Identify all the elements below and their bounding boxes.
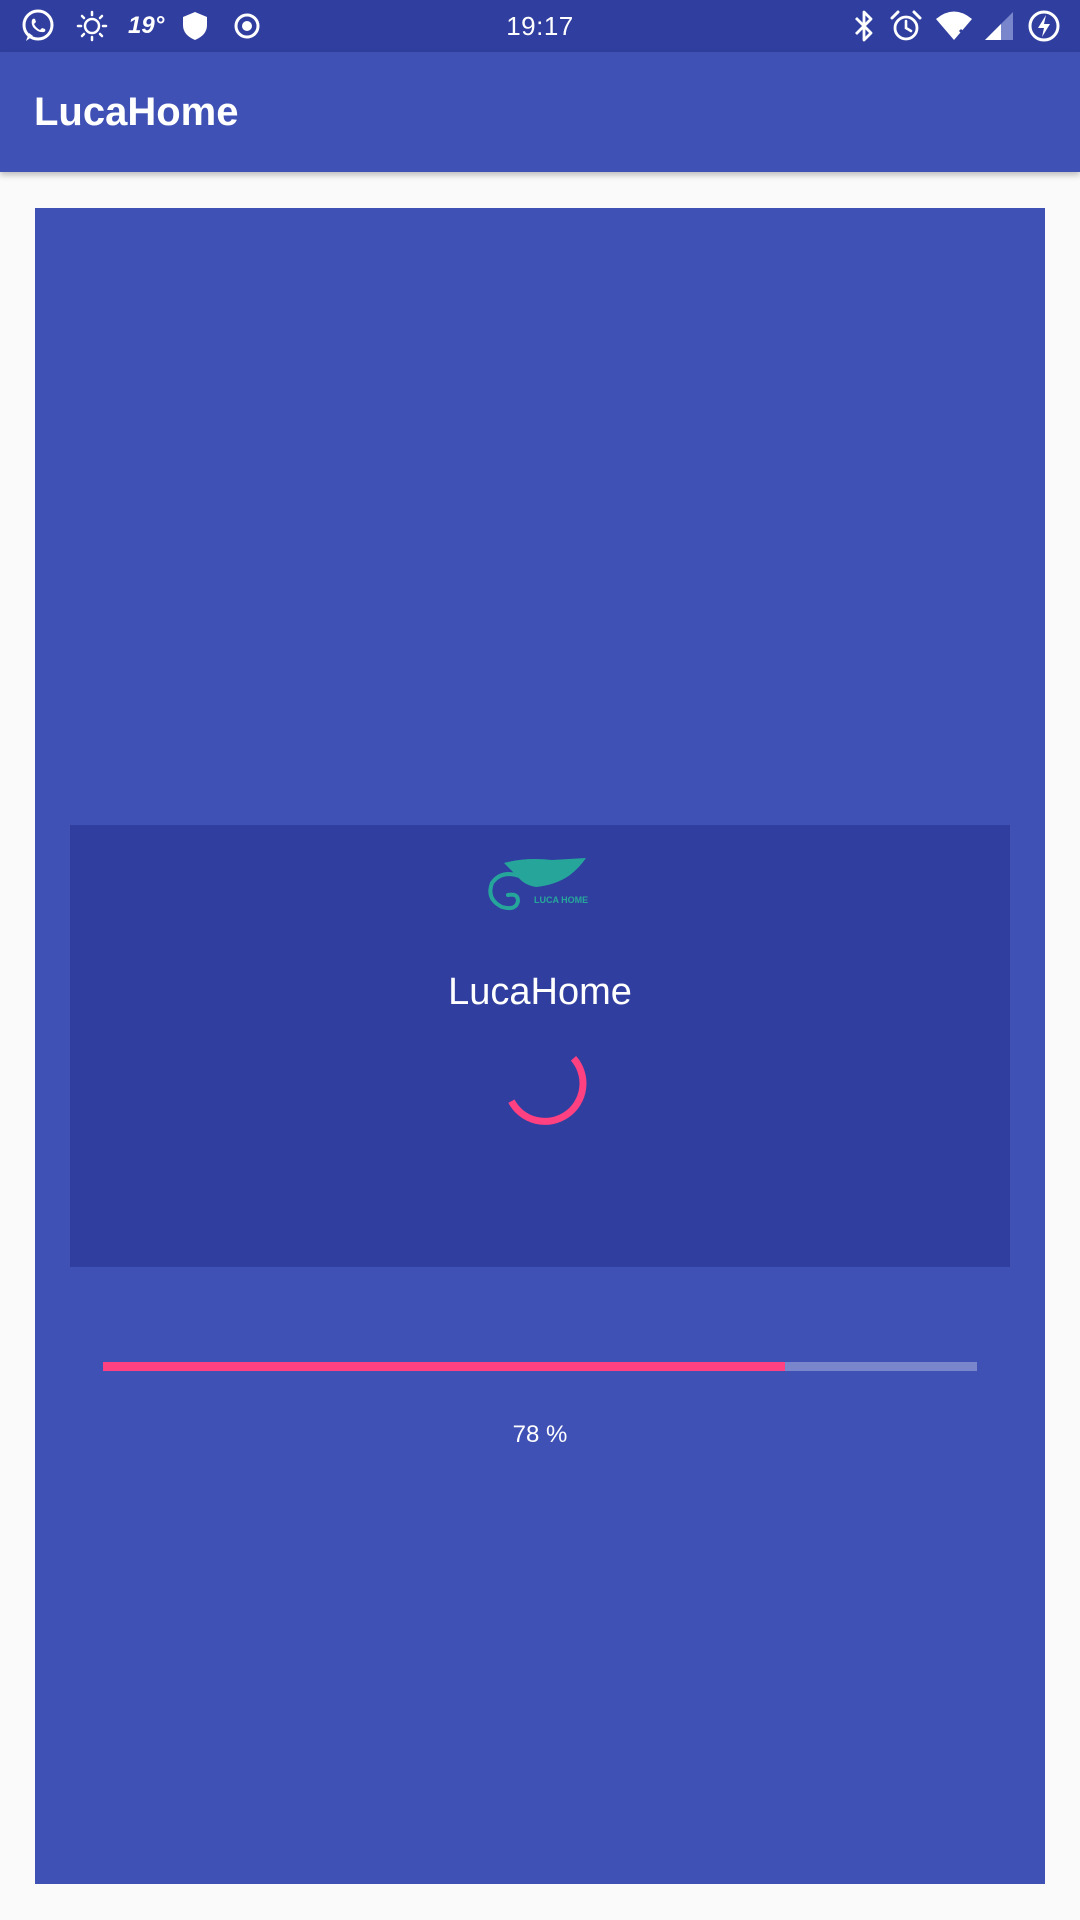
loading-spinner bbox=[500, 1038, 590, 1128]
bluetooth-icon bbox=[852, 8, 876, 44]
app-bar: LucaHome bbox=[0, 52, 1080, 172]
wifi-icon bbox=[934, 8, 974, 44]
battery-charging-icon bbox=[1026, 8, 1062, 44]
luca-home-logo: LUCA HOME bbox=[486, 855, 596, 919]
progress-bar bbox=[103, 1362, 977, 1371]
status-bar: 19° 19:17 bbox=[0, 0, 1080, 52]
loading-panel: LUCA HOME LucaHome 78 % bbox=[70, 825, 1010, 1448]
app-title: LucaHome bbox=[34, 90, 239, 134]
logo-text: LUCA HOME bbox=[534, 895, 589, 905]
progress-bar-fill bbox=[103, 1362, 785, 1371]
cell-signal-icon bbox=[982, 8, 1016, 44]
progress-label: 78 % bbox=[512, 1421, 568, 1448]
alarm-icon bbox=[888, 8, 924, 44]
content-card: LUCA HOME LucaHome 78 % bbox=[35, 208, 1045, 1884]
loading-title: LucaHome bbox=[448, 971, 632, 1013]
